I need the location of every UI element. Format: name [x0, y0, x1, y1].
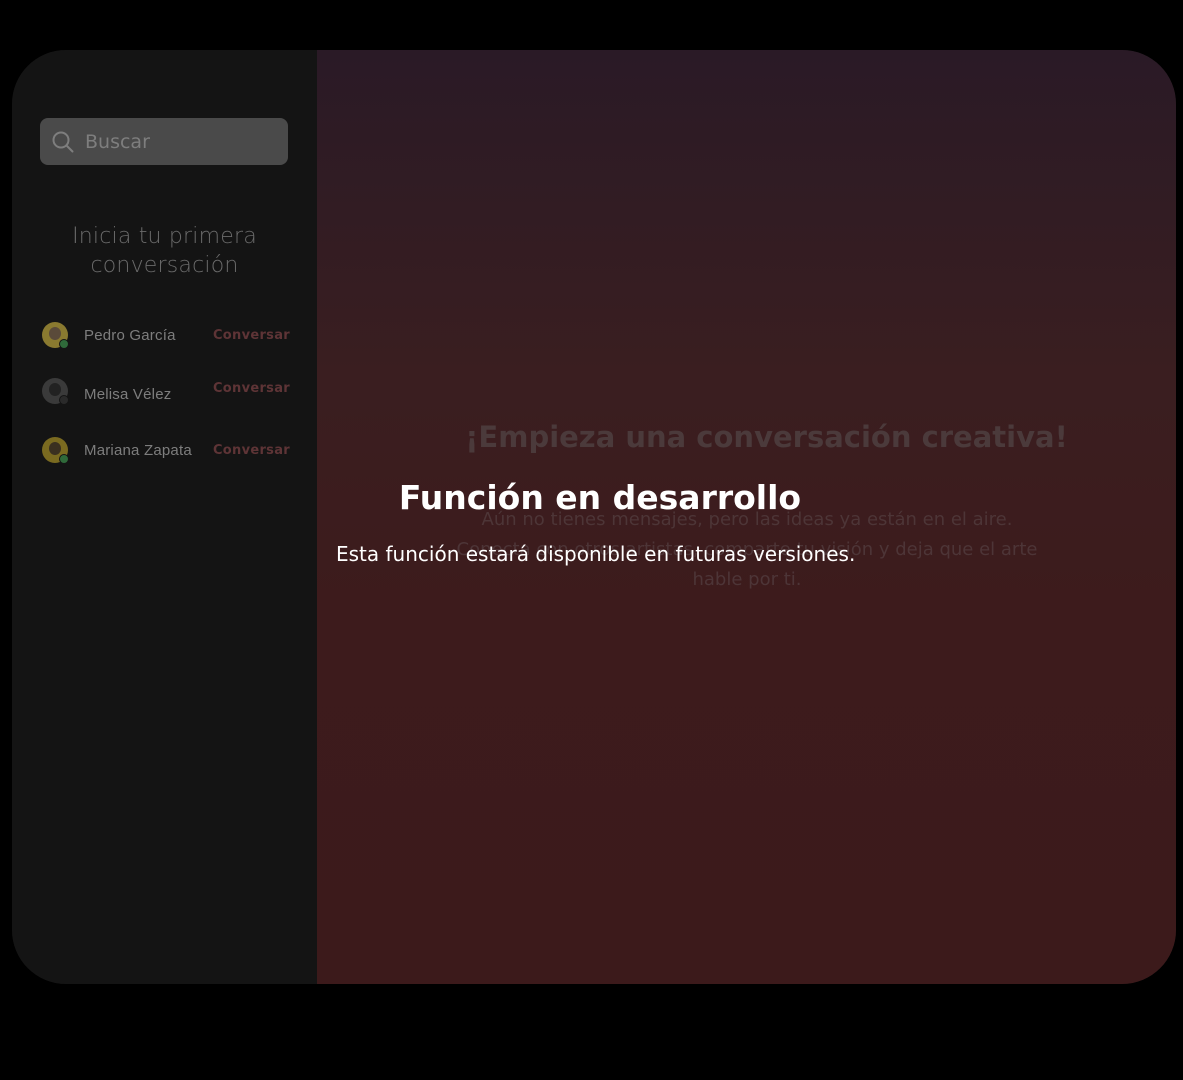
contact-name: Pedro García [84, 326, 176, 344]
empty-state-title: ¡Empieza una conversación creativa! [465, 420, 1068, 454]
overlay-title: Función en desarrollo [398, 478, 802, 517]
contact-name: Melisa Vélez [84, 385, 172, 403]
app-window: Inicia tu primera conversación Pedro Gar… [12, 50, 1176, 984]
contact-item[interactable]: Melisa Vélez Conversar [42, 376, 290, 406]
conversation-main-panel: ¡Empieza una conversación creativa! Aún … [317, 50, 1176, 984]
avatar [42, 322, 69, 349]
offline-status-indicator [59, 395, 69, 405]
overlay-message: Esta función estará disponible en futura… [336, 542, 856, 566]
avatar-face [49, 442, 61, 455]
avatar-face [49, 383, 61, 396]
converse-button[interactable]: Conversar [213, 328, 290, 343]
converse-button[interactable]: Conversar [213, 381, 290, 396]
search-bar[interactable] [40, 118, 288, 165]
search-input[interactable] [83, 129, 277, 154]
converse-button[interactable]: Conversar [213, 443, 290, 458]
sidebar-title: Inicia tu primera conversación [72, 224, 257, 278]
online-status-indicator [59, 454, 69, 464]
avatar-face [49, 327, 61, 340]
avatar [42, 437, 69, 464]
conversation-sidebar: Inicia tu primera conversación Pedro Gar… [12, 50, 317, 984]
online-status-indicator [59, 339, 69, 349]
contact-item[interactable]: Pedro García Conversar [42, 320, 290, 350]
contact-item[interactable]: Mariana Zapata Conversar [42, 435, 290, 465]
contact-name: Mariana Zapata [84, 441, 192, 459]
avatar [42, 378, 69, 405]
search-icon [52, 131, 74, 153]
screen: Inicia tu primera conversación Pedro Gar… [0, 0, 1183, 1080]
